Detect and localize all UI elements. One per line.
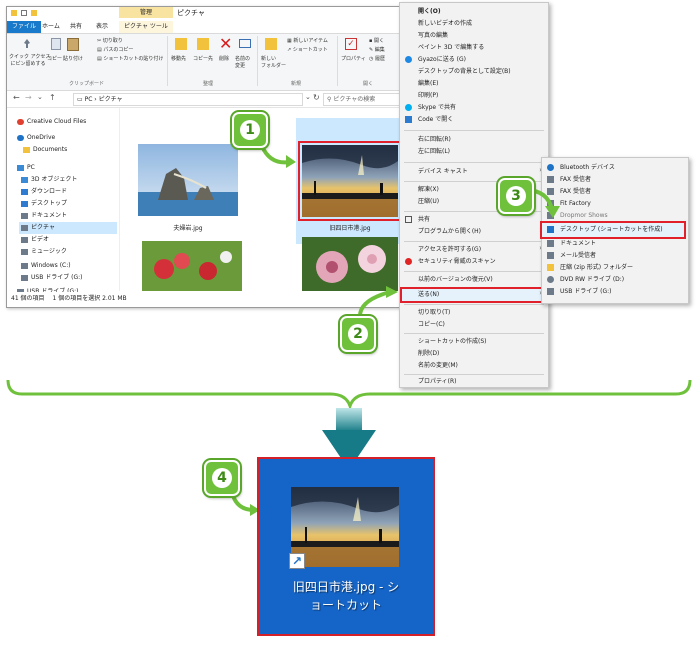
arrowhead-1 — [286, 155, 296, 168]
arrow-2 — [358, 290, 391, 317]
step-badge-3: 3 — [498, 178, 534, 214]
shortcut-arrow-icon: ↗ — [289, 553, 305, 569]
arrowhead-3 — [545, 206, 560, 218]
shortcut-label-line2[interactable]: ョートカット — [259, 597, 433, 613]
step-number: 4 — [212, 468, 232, 488]
shortcut-thumbnail[interactable] — [291, 487, 399, 567]
step-badge-4: 4 — [204, 460, 240, 496]
step-number: 3 — [506, 186, 526, 206]
step-badge-1: 1 — [232, 112, 268, 148]
down-arrow-shaft — [336, 408, 362, 432]
step-number: 2 — [348, 324, 368, 344]
step-number: 1 — [240, 120, 260, 140]
step-badge-2: 2 — [340, 316, 376, 352]
shortcut-label-line1[interactable]: 旧四日市港.jpg - シ — [259, 579, 433, 595]
arrow-1 — [260, 145, 291, 165]
grouping-bracket — [6, 379, 692, 411]
desktop-area: ↗ 旧四日市港.jpg - シ ョートカット — [257, 457, 435, 636]
arrowhead-2 — [386, 286, 398, 298]
